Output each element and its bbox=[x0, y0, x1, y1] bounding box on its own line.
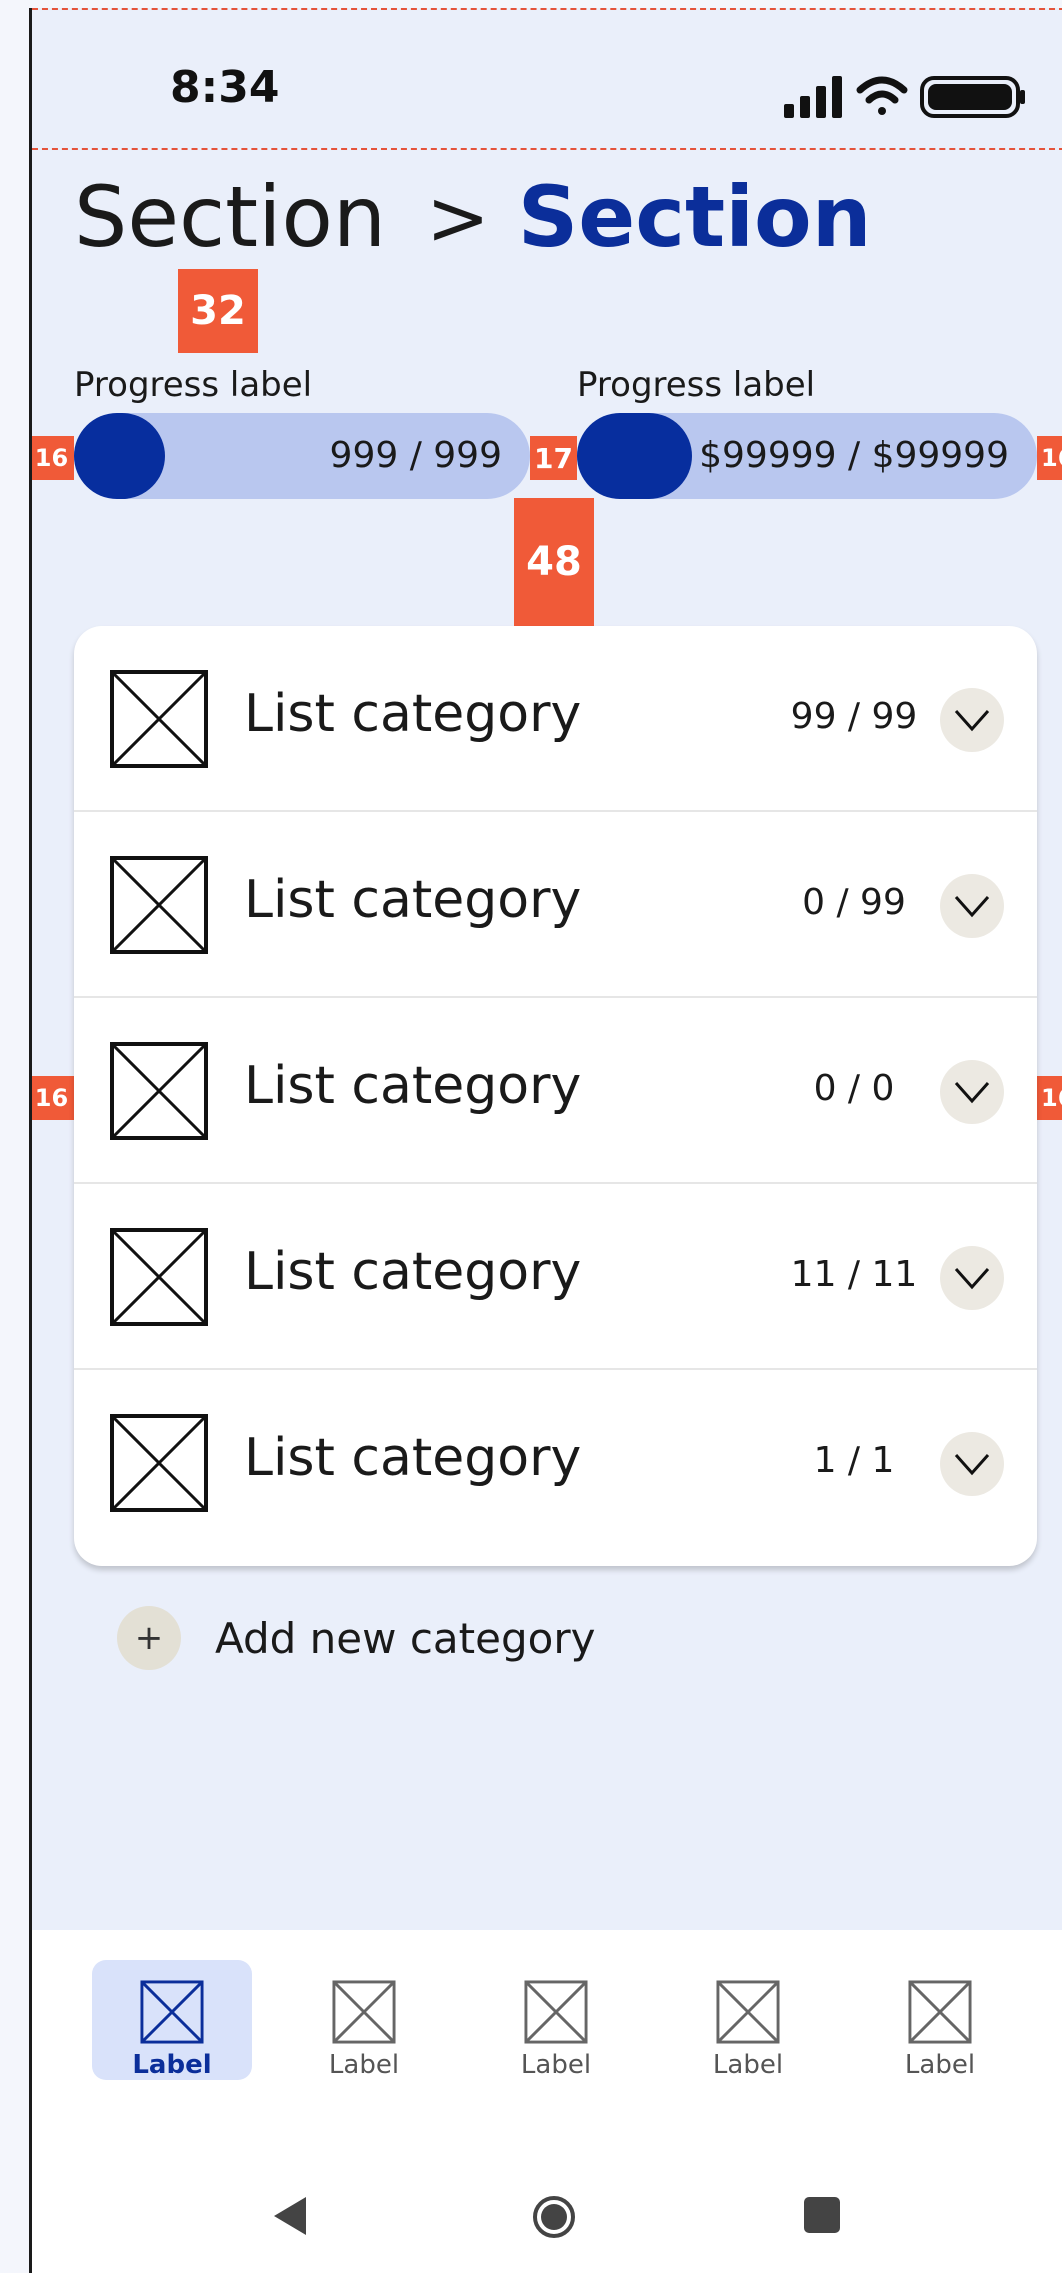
placeholder-nav-icon bbox=[524, 1980, 588, 2044]
status-time: 8:34 bbox=[170, 62, 280, 113]
progress-value: 999 / 999 bbox=[329, 435, 502, 476]
placeholder-nav-icon bbox=[140, 1980, 204, 2044]
category-count: 0 / 99 bbox=[802, 882, 906, 923]
expand-button[interactable] bbox=[940, 1432, 1004, 1496]
spacing-annotation: 16 bbox=[32, 436, 74, 480]
progress-label: Progress label bbox=[74, 365, 313, 405]
expand-button[interactable] bbox=[940, 1060, 1004, 1124]
bottom-navigation: Label Label Label Label Label bbox=[32, 1930, 1062, 2273]
category-label: List category bbox=[244, 1056, 582, 1116]
nav-label: Label bbox=[904, 2050, 976, 2080]
chevron-down-icon bbox=[954, 1268, 990, 1290]
nav-item-3[interactable]: Label bbox=[476, 1960, 636, 2080]
breadcrumb: Section > Section bbox=[74, 168, 872, 266]
category-count: 1 / 1 bbox=[813, 1440, 895, 1481]
placeholder-nav-icon bbox=[908, 1980, 972, 2044]
list-item[interactable]: List category 0 / 99 bbox=[74, 812, 1037, 998]
progress-bar: 999 / 999 bbox=[74, 413, 530, 499]
progress-fill bbox=[577, 413, 692, 499]
placeholder-nav-icon bbox=[716, 1980, 780, 2044]
spacing-annotation: 16 bbox=[32, 1076, 74, 1120]
nav-label: Label bbox=[520, 2050, 592, 2080]
expand-button[interactable] bbox=[940, 688, 1004, 752]
add-category-label[interactable]: Add new category bbox=[215, 1614, 595, 1663]
nav-label: Label bbox=[712, 2050, 784, 2080]
nav-item-2[interactable]: Label bbox=[284, 1960, 444, 2080]
category-label: List category bbox=[244, 870, 582, 930]
category-list: List category 99 / 99 List category 0 / … bbox=[74, 626, 1037, 1566]
spacing-annotation: 48 bbox=[514, 498, 594, 626]
category-count: 0 / 0 bbox=[813, 1068, 895, 1109]
plus-icon[interactable]: + bbox=[117, 1606, 181, 1670]
progress-bar: $99999 / $99999 bbox=[577, 413, 1037, 499]
system-navigation-bar bbox=[32, 2195, 1062, 2255]
placeholder-image-icon bbox=[110, 1228, 208, 1326]
progress-label: Progress label bbox=[577, 365, 816, 405]
breadcrumb-separator: > bbox=[426, 172, 490, 262]
category-count: 99 / 99 bbox=[790, 696, 918, 737]
placeholder-nav-icon bbox=[332, 1980, 396, 2044]
back-icon[interactable] bbox=[270, 2195, 310, 2237]
nav-item-1[interactable]: Label bbox=[92, 1960, 252, 2080]
category-label: List category bbox=[244, 1242, 582, 1302]
breadcrumb-parent[interactable]: Section bbox=[74, 168, 386, 266]
status-icons bbox=[784, 76, 1025, 118]
chevron-down-icon bbox=[954, 896, 990, 918]
recents-icon[interactable] bbox=[802, 2195, 842, 2235]
list-item[interactable]: List category 11 / 11 bbox=[74, 1184, 1037, 1370]
spacing-annotation: 17 bbox=[530, 436, 577, 480]
nav-item-5[interactable]: Label bbox=[860, 1960, 1020, 2080]
battery-icon bbox=[920, 76, 1025, 118]
expand-button[interactable] bbox=[940, 1246, 1004, 1310]
placeholder-image-icon bbox=[110, 1414, 208, 1512]
expand-button[interactable] bbox=[940, 874, 1004, 938]
chevron-down-icon bbox=[954, 1454, 990, 1476]
nav-label: Label bbox=[328, 2050, 400, 2080]
chevron-down-icon bbox=[954, 1082, 990, 1104]
nav-item-4[interactable]: Label bbox=[668, 1960, 828, 2080]
category-label: List category bbox=[244, 684, 582, 744]
phone-frame: 8:34 Section > Section 32 Progress label… bbox=[29, 8, 1062, 2273]
signal-icon bbox=[784, 76, 842, 118]
spacing-annotation: 16 bbox=[1037, 1076, 1062, 1120]
category-label: List category bbox=[244, 1428, 582, 1488]
list-item[interactable]: List category 0 / 0 bbox=[74, 998, 1037, 1184]
progress-fill bbox=[74, 413, 166, 499]
placeholder-image-icon bbox=[110, 670, 208, 768]
spacing-annotation: 32 bbox=[178, 269, 258, 353]
list-item[interactable]: List category 1 / 1 bbox=[74, 1370, 1037, 1556]
nav-label: Label bbox=[132, 2050, 212, 2080]
home-icon[interactable] bbox=[532, 2195, 576, 2239]
add-category-row[interactable]: + Add new category bbox=[117, 1606, 595, 1670]
wifi-icon bbox=[856, 76, 908, 115]
chevron-down-icon bbox=[954, 710, 990, 732]
status-bar: 8:34 bbox=[32, 8, 1062, 150]
placeholder-image-icon bbox=[110, 1042, 208, 1140]
progress-value: $99999 / $99999 bbox=[699, 435, 1009, 476]
list-item[interactable]: List category 99 / 99 bbox=[74, 626, 1037, 812]
breadcrumb-current: Section bbox=[517, 168, 872, 266]
category-count: 11 / 11 bbox=[790, 1254, 918, 1295]
spacing-annotation: 16 bbox=[1037, 436, 1062, 480]
placeholder-image-icon bbox=[110, 856, 208, 954]
